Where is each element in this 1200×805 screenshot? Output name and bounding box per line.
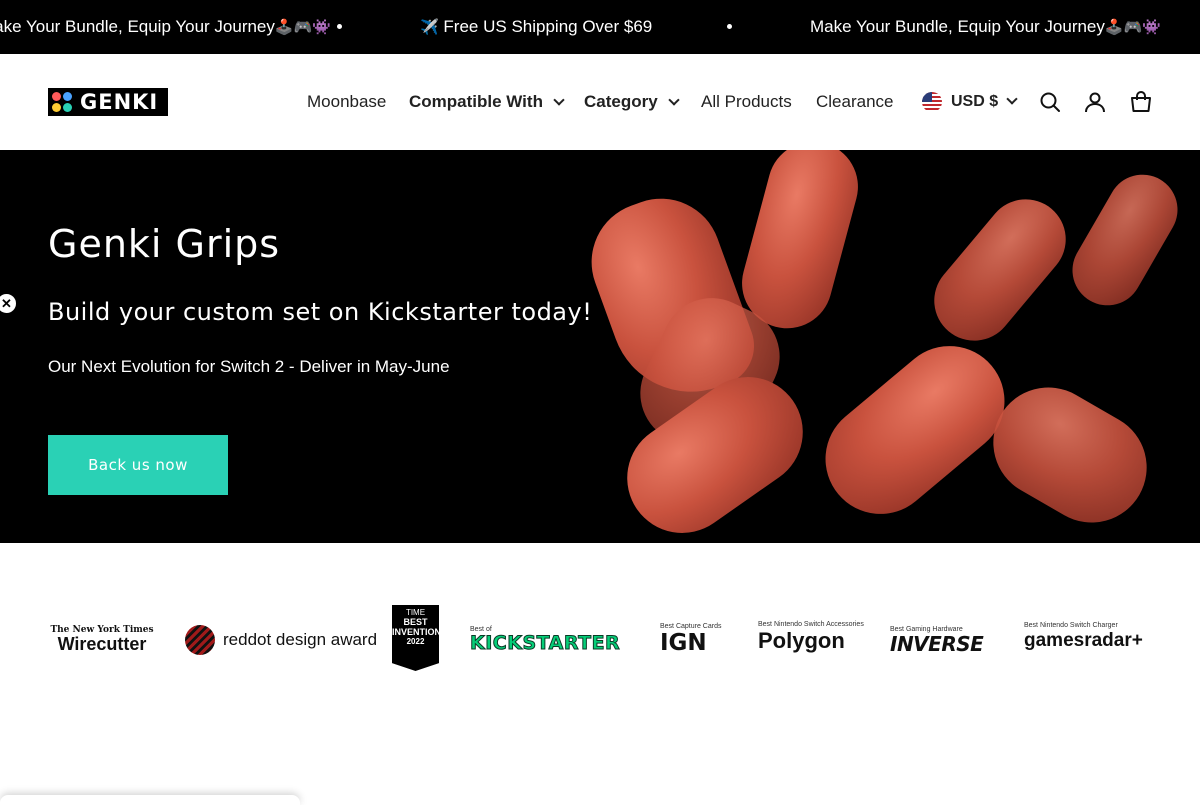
search-icon[interactable] xyxy=(1038,90,1062,114)
nav-label: Category xyxy=(584,92,658,111)
nav-compatible-with[interactable]: Compatible With xyxy=(409,92,565,112)
press-logo-polygon[interactable]: Best Nintendo Switch Accessories Polygon xyxy=(758,621,864,654)
nav-label: Compatible With xyxy=(409,92,543,111)
press-logo-main: Polygon xyxy=(758,628,845,653)
press-logo-main: IGN xyxy=(660,630,707,656)
press-logo-top: Best Nintendo Switch Accessories xyxy=(758,621,864,628)
press-logo-main: gamesradar+ xyxy=(1024,630,1143,651)
logo-mark-icon xyxy=(48,88,76,116)
currency-label: USD $ xyxy=(951,93,999,110)
announcement-emoji: 🕹️🎮👾 xyxy=(274,19,331,36)
press-logo-year: 2022 xyxy=(406,637,425,646)
announcement-separator xyxy=(727,24,732,29)
reddot-icon xyxy=(185,625,215,655)
press-logo-top: Best Capture Cards xyxy=(660,623,722,630)
press-logo-gamesradar[interactable]: Best Nintendo Switch Charger gamesradar+ xyxy=(1024,622,1143,653)
hero-subtitle: Build your custom set on Kickstarter tod… xyxy=(48,298,593,326)
hero-banner: ✕ Genki Grips Build your custom set on K… xyxy=(0,150,1200,543)
chat-widget-edge[interactable] xyxy=(0,795,300,805)
announcement-text: Free US Shipping Over $69 xyxy=(443,17,653,36)
us-flag-icon xyxy=(922,92,942,112)
announcement-emoji: 🕹️🎮👾 xyxy=(1104,19,1161,36)
announcement-item[interactable]: ✈️ Free US Shipping Over $69 xyxy=(420,0,652,54)
press-logo-time[interactable]: TIME BEST INVENTIONS 2022 xyxy=(392,605,439,671)
press-logo-reddot[interactable]: reddot design award xyxy=(185,625,377,655)
currency-selector[interactable]: USD $ xyxy=(922,92,1018,112)
nav-category[interactable]: Category xyxy=(584,92,680,112)
grip-image xyxy=(731,150,869,339)
grip-image xyxy=(917,183,1083,357)
press-logo-main: Wirecutter xyxy=(57,634,147,654)
press-logo-ign[interactable]: Best Capture Cards IGN xyxy=(660,623,721,656)
hero-description: Our Next Evolution for Switch 2 - Delive… xyxy=(48,357,450,376)
back-us-now-button[interactable]: Back us now xyxy=(48,435,228,495)
press-logo-main: BEST INVENTIONS xyxy=(392,617,448,637)
press-logo-kickstarter[interactable]: Best of KICKSTARTER xyxy=(469,626,621,654)
airplane-icon: ✈️ xyxy=(420,19,439,36)
chevron-down-icon xyxy=(1006,93,1018,105)
announcement-text: Make Your Bundle, Equip Your Journey xyxy=(0,17,275,36)
account-icon[interactable] xyxy=(1083,90,1107,114)
press-logo-inverse[interactable]: Best Gaming Hardware INVERSE xyxy=(890,626,984,656)
hero-title: Genki Grips xyxy=(48,222,281,266)
chevron-down-icon xyxy=(668,94,680,106)
close-icon[interactable]: ✕ xyxy=(0,293,17,314)
announcement-item[interactable]: Make Your Bundle, Equip Your Journey🕹️🎮👾 xyxy=(810,0,1161,54)
press-logo-top: Best Nintendo Switch Charger xyxy=(1024,622,1118,629)
genki-logo[interactable]: GENKI xyxy=(48,88,168,116)
announcement-bar: Make Your Bundle, Equip Your Journey🕹️🎮👾… xyxy=(0,0,1200,54)
press-logo-top: TIME xyxy=(405,608,426,617)
press-logos: The New York Times Wirecutter reddot des… xyxy=(0,543,1200,743)
announcement-text: Make Your Bundle, Equip Your Journey xyxy=(810,17,1105,36)
press-logo-main: KICKSTARTER xyxy=(469,632,621,654)
nav-all-products[interactable]: All Products xyxy=(701,92,792,112)
grip-image xyxy=(1059,161,1191,319)
press-logo-main: INVERSE xyxy=(890,632,984,656)
site-header: GENKI Moonbase Compatible With Category … xyxy=(0,54,1200,150)
chevron-down-icon xyxy=(553,94,565,106)
nav-moonbase[interactable]: Moonbase xyxy=(307,92,386,112)
nav-clearance[interactable]: Clearance xyxy=(816,92,894,112)
announcement-separator xyxy=(337,24,342,29)
announcement-item[interactable]: Make Your Bundle, Equip Your Journey🕹️🎮👾 xyxy=(0,0,331,54)
logo-text: GENKI xyxy=(80,90,159,114)
cart-icon[interactable] xyxy=(1129,90,1153,114)
press-logo-main: reddot design award xyxy=(223,630,378,649)
press-logo-wirecutter[interactable]: The New York Times Wirecutter xyxy=(48,625,156,653)
